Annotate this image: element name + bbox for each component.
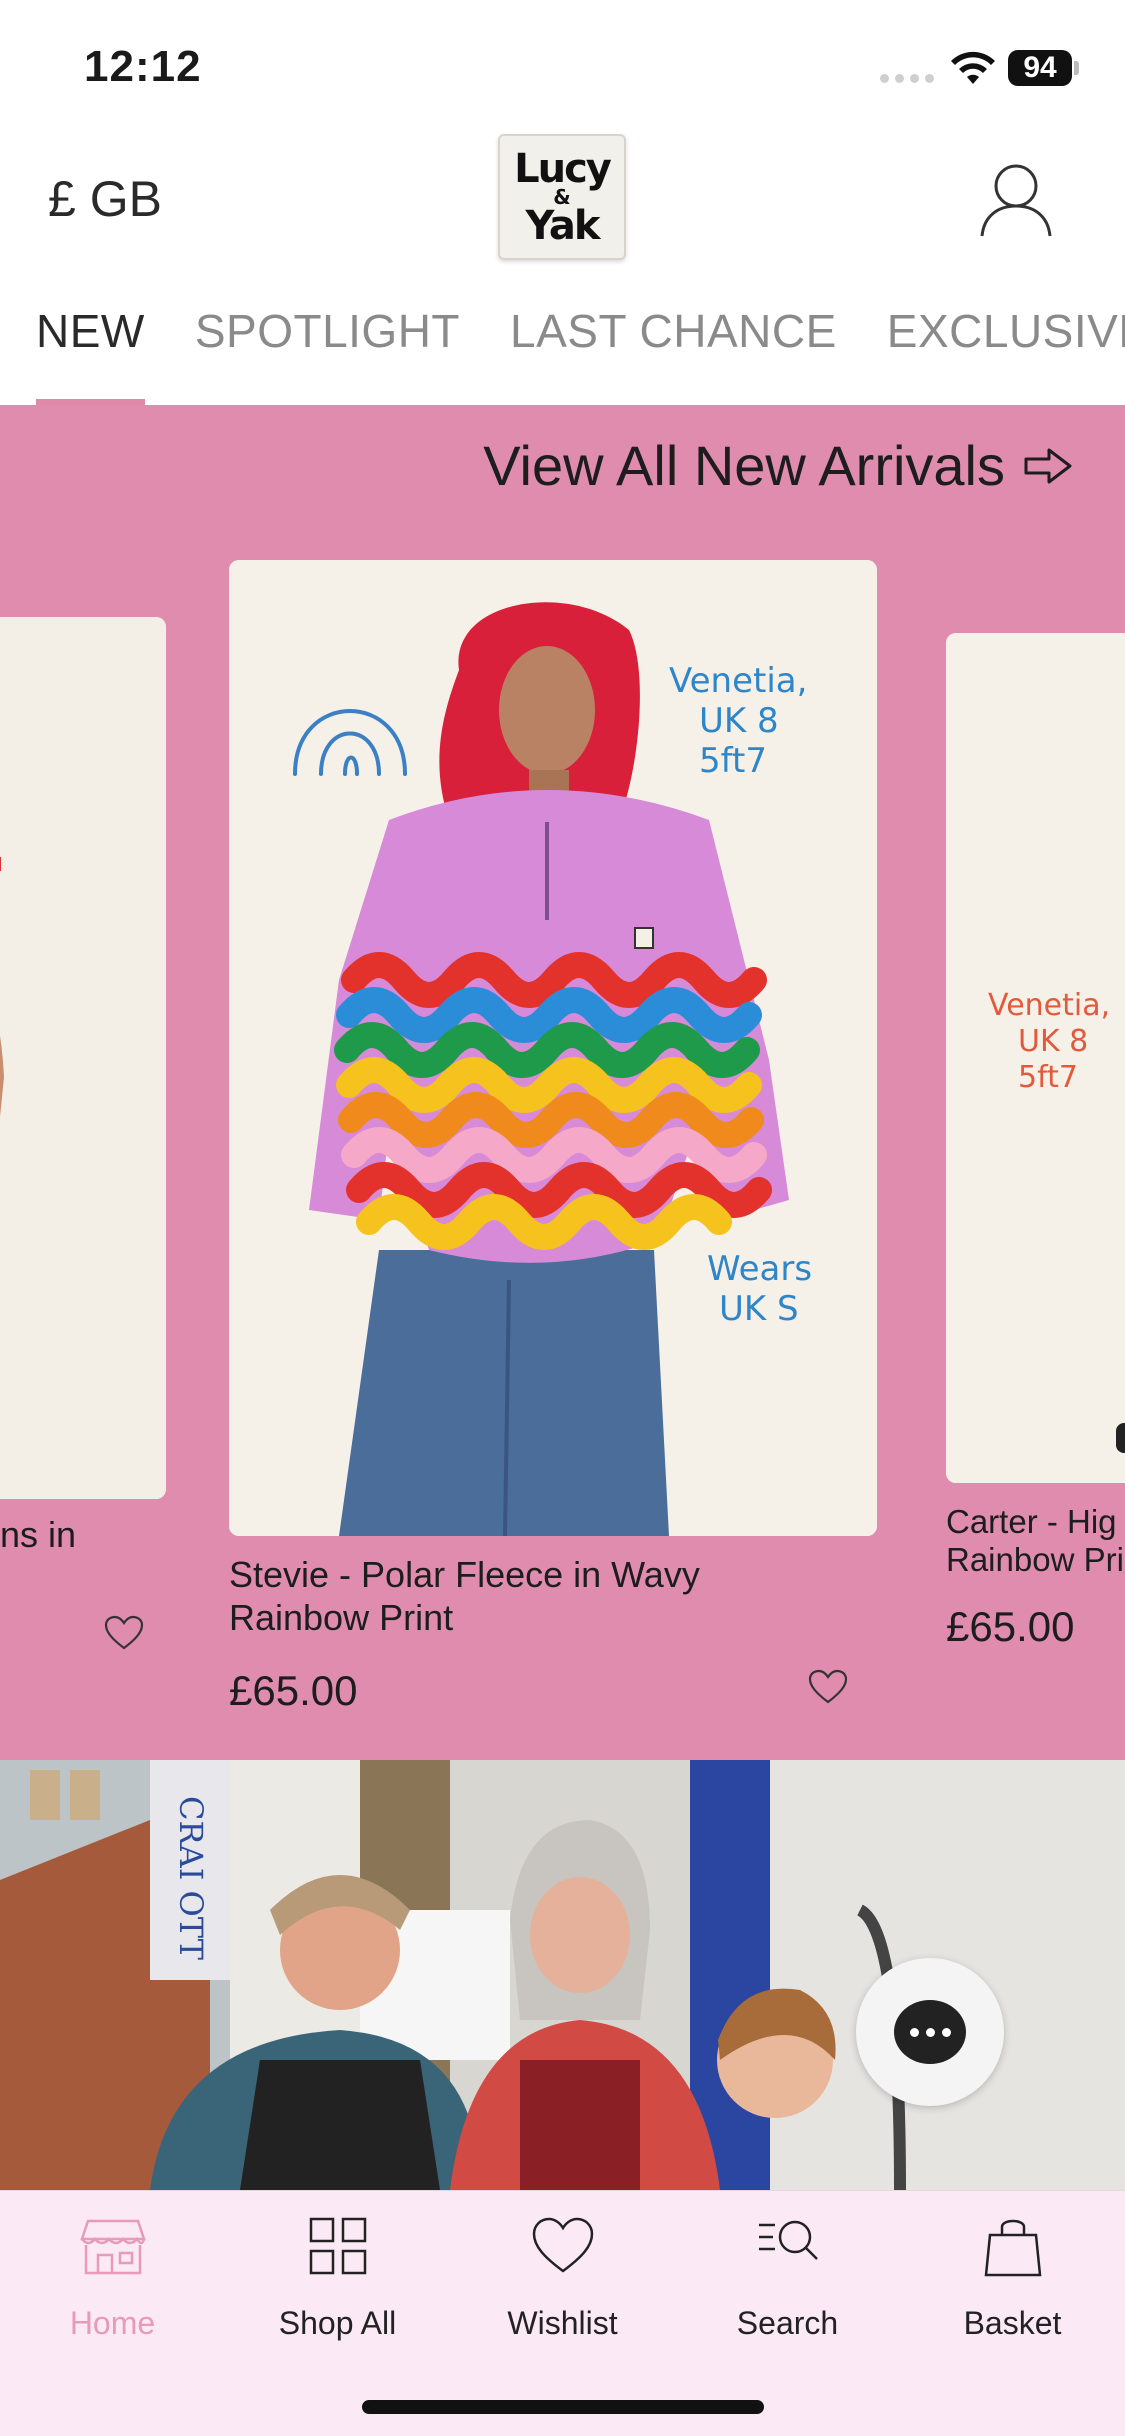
chat-button[interactable] — [856, 1958, 1004, 2106]
product-title-partial-right[interactable]: Carter - Hig Rainbow Pri — [946, 1503, 1125, 1579]
product-image-main[interactable]: Venetia, UK 8 5ft7 Wears UK S — [229, 560, 877, 1536]
tab-new[interactable]: NEW — [36, 300, 145, 405]
search-icon — [758, 2220, 818, 2260]
nav-home[interactable]: Home — [0, 2213, 225, 2363]
grid-icon — [309, 2217, 366, 2275]
status-bar: 12:12 94 — [0, 0, 1125, 130]
view-all-label: View All New Arrivals — [483, 434, 1005, 497]
chat-bubble-icon — [894, 2000, 966, 2064]
product-price-partial-right: £65.00 — [946, 1603, 1075, 1650]
sign-vertical-text: CRAI OTT — [172, 1796, 210, 1961]
nav-shop-all-label: Shop All — [278, 2305, 397, 2341]
nav-home-label: Home — [69, 2305, 156, 2341]
overlay-size-line2: UK S — [719, 1289, 799, 1329]
overlay-model-line3: 5ft7 — [1018, 1060, 1078, 1095]
tab-last-chance[interactable]: LAST CHANCE — [510, 300, 837, 405]
battery-icon: 94 — [1008, 50, 1072, 86]
wifi-icon — [951, 51, 995, 84]
overlay-model-line1: Venetia, — [669, 661, 807, 701]
nav-search[interactable]: Search — [675, 2213, 900, 2363]
product-title-partial-left[interactable]: ns in — [0, 1513, 76, 1556]
arrow-right-icon — [1024, 448, 1072, 483]
nav-wishlist[interactable]: Wishlist — [450, 2213, 675, 2363]
product-photo — [0, 617, 166, 1499]
overlay-model-line2: UK 8 — [699, 701, 779, 741]
overlay-model-line1: Venetia, — [988, 988, 1110, 1023]
account-icon[interactable] — [976, 160, 1056, 240]
tab-exclusive[interactable]: EXCLUSIVE — [887, 300, 1125, 405]
logo-text-line3: Yak — [525, 202, 601, 249]
home-indicator — [362, 2400, 764, 2414]
new-arrivals-section: View All New Arrivals ns in Venetia, UK … — [0, 405, 1125, 1760]
overlay-size-line1: Wears — [707, 1249, 812, 1289]
tab-spotlight[interactable]: SPOTLIGHT — [195, 300, 460, 405]
nav-basket[interactable]: Basket — [900, 2213, 1125, 2363]
basket-icon — [984, 2219, 1041, 2277]
nav-search-label: Search — [736, 2305, 839, 2341]
nav-basket-label: Basket — [963, 2305, 1062, 2341]
view-all-new-arrivals-link[interactable]: View All New Arrivals — [483, 433, 1073, 498]
product-photo: Venetia, UK 8 5ft7 — [946, 633, 1125, 1483]
product-image-partial-left[interactable] — [0, 617, 166, 1499]
battery-level: 94 — [1023, 51, 1057, 84]
cellular-signal-icon — [880, 74, 934, 83]
status-time: 12:12 — [84, 42, 202, 91]
nav-wishlist-label: Wishlist — [507, 2305, 618, 2341]
overlay-model-line3: 5ft7 — [699, 741, 767, 781]
product-photo: Venetia, UK 8 5ft7 Wears UK S — [229, 560, 877, 1536]
nav-shop-all[interactable]: Shop All — [225, 2213, 450, 2363]
overlay-model-line2: UK 8 — [1018, 1024, 1088, 1059]
wishlist-heart-icon[interactable] — [104, 1615, 144, 1651]
wishlist-heart-icon[interactable] — [808, 1669, 848, 1705]
battery-nub — [1074, 61, 1079, 75]
product-title[interactable]: Stevie - Polar Fleece in Wavy Rainbow Pr… — [229, 1553, 789, 1639]
heart-icon — [532, 2217, 593, 2273]
home-icon — [79, 2219, 146, 2275]
product-image-partial-right[interactable]: Venetia, UK 8 5ft7 — [946, 633, 1125, 1483]
category-tabs: NEW SPOTLIGHT LAST CHANCE EXCLUSIVE — [0, 300, 1125, 405]
currency-selector[interactable]: £ GB — [48, 170, 162, 228]
logo-text-line1: Lucy — [514, 145, 612, 192]
brand-logo[interactable]: Lucy & Yak — [498, 134, 626, 260]
product-price: £65.00 — [229, 1667, 358, 1714]
